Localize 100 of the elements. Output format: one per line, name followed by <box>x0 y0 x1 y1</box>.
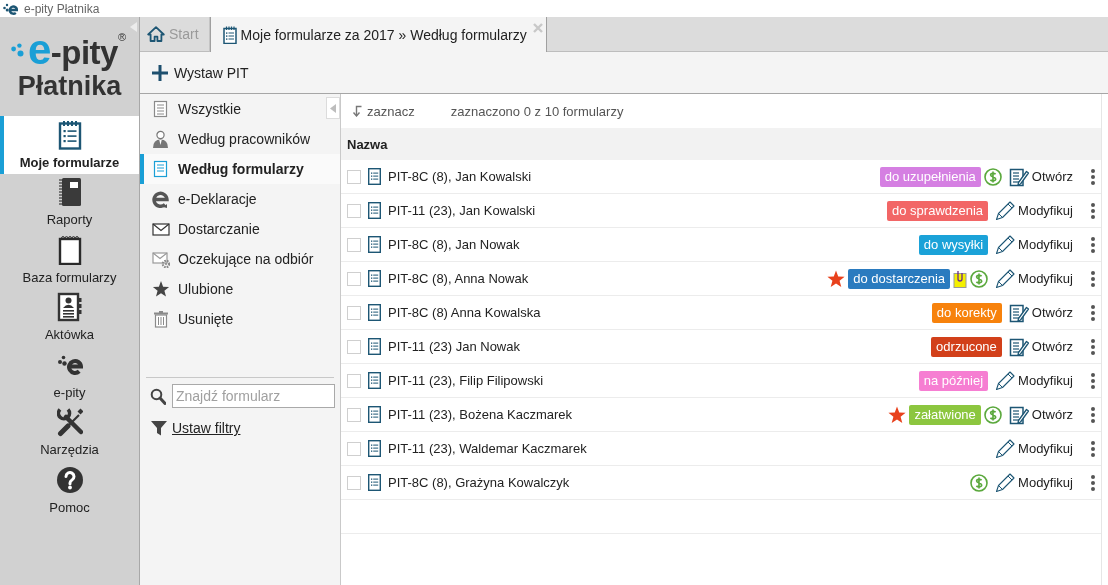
notebook-list-icon <box>222 25 237 44</box>
status-tag: do dostarczenia <box>848 268 951 289</box>
nav-item[interactable]: Moje formularze <box>0 116 139 174</box>
nav-item[interactable]: e-pity <box>0 346 139 404</box>
more-icon[interactable] <box>1090 201 1096 220</box>
row-checkbox[interactable] <box>347 475 361 490</box>
add-button[interactable]: Wystaw PIT <box>152 64 249 81</box>
more-icon[interactable] <box>1090 167 1096 186</box>
trash-icon <box>152 310 170 328</box>
document-icon <box>368 474 381 491</box>
more-icon[interactable] <box>1090 337 1096 356</box>
form-name: PIT-11 (23), Jan Kowalski <box>388 203 536 218</box>
edit-document-icon <box>1008 404 1029 425</box>
view-item[interactable]: Według formularzy <box>140 154 340 184</box>
view-item[interactable]: Oczekujące na odbiór <box>140 244 340 274</box>
row-checkbox[interactable] <box>347 169 361 184</box>
nav-item[interactable]: Baza formularzy <box>0 231 139 289</box>
document-icon <box>368 236 381 253</box>
plus-icon <box>152 64 168 81</box>
pencil-icon <box>995 472 1016 493</box>
open-button[interactable]: Otwórz <box>1008 166 1073 187</box>
person-icon <box>152 130 170 148</box>
status-tag: załatwione <box>909 404 981 425</box>
modify-button[interactable]: Modyfikuj <box>995 268 1073 289</box>
form-name: PIT-8C (8), Grażyna Kowalczyk <box>388 475 570 490</box>
form-name: PIT-8C (8) Anna Kowalska <box>388 305 541 320</box>
pencil-icon <box>995 234 1016 255</box>
modify-button[interactable]: Modyfikuj <box>995 472 1073 493</box>
row-checkbox[interactable] <box>347 441 361 456</box>
row-checkbox[interactable] <box>347 305 361 320</box>
row-checkbox[interactable] <box>347 373 361 388</box>
pencil-icon <box>995 268 1016 289</box>
modify-button[interactable]: Modyfikuj <box>995 438 1073 459</box>
modify-button[interactable]: Modyfikuj <box>995 370 1073 391</box>
app-logo-icon <box>3 2 18 15</box>
view-item[interactable]: Według pracowników <box>140 124 340 154</box>
row-checkbox[interactable] <box>347 271 361 286</box>
more-icon[interactable] <box>1090 269 1096 288</box>
caret-left-icon[interactable] <box>130 22 137 32</box>
selection-count: zaznaczono 0 z 10 formularzy <box>450 103 624 119</box>
open-button[interactable]: Otwórz <box>1008 336 1073 357</box>
document-icon <box>368 304 381 321</box>
form-name: PIT-8C (8), Anna Nowak <box>388 271 529 286</box>
column-header[interactable]: Nazwa <box>347 136 388 152</box>
open-button[interactable]: Otwórz <box>1008 404 1073 425</box>
view-item[interactable]: e-Deklaracje <box>140 184 340 214</box>
funnel-icon <box>150 420 168 436</box>
nav-item[interactable]: Narzędzia <box>0 403 139 461</box>
contact-card-icon <box>56 292 83 323</box>
modify-button[interactable]: Modyfikuj <box>995 234 1073 255</box>
pencil-icon <box>995 200 1016 221</box>
status-tag: odrzucone <box>931 336 1002 357</box>
row-checkbox[interactable] <box>347 203 361 218</box>
logo-wordmark: e-pity <box>27 30 118 73</box>
edit-document-icon <box>1008 166 1029 187</box>
notepad-icon <box>56 234 83 265</box>
status-tag: do wysyłki <box>918 234 989 255</box>
status-tag: do sprawdzenia <box>887 200 989 221</box>
nav-item[interactable]: Pomoc <box>0 461 139 519</box>
more-icon[interactable] <box>1090 371 1096 390</box>
select-button[interactable]: zaznacz <box>352 103 415 119</box>
view-item[interactable]: Wszystkie <box>140 94 324 124</box>
document-icon <box>368 338 381 355</box>
nav-item[interactable]: Aktówka <box>0 288 139 346</box>
document-icon <box>368 202 381 219</box>
document-icon <box>368 440 381 457</box>
search-icon <box>150 387 166 405</box>
tab[interactable]: Moje formularze za 2017 » Według formularzy <box>209 17 547 52</box>
edit-document-icon <box>1008 302 1029 323</box>
search-field[interactable]: Znajdź formularz <box>172 384 335 408</box>
notebook-list-icon <box>56 119 83 150</box>
form-name: PIT-11 (23), Filip Filipowski <box>388 373 544 388</box>
view-item[interactable]: Ulubione <box>140 274 340 304</box>
row-checkbox[interactable] <box>347 237 361 252</box>
notebook-icon <box>56 177 83 208</box>
more-icon[interactable] <box>1090 473 1096 492</box>
document-icon <box>152 160 170 178</box>
window-title: e-pity Płatnika <box>24 1 100 16</box>
more-icon[interactable] <box>1090 235 1096 254</box>
pencil-icon <box>995 370 1016 391</box>
pencil-icon <box>995 438 1016 459</box>
nav-item[interactable]: Raporty <box>0 173 139 231</box>
modify-button[interactable]: Modyfikuj <box>995 200 1073 221</box>
view-item[interactable]: Dostarczanie <box>140 214 340 244</box>
view-item[interactable]: Usunięte <box>140 304 340 334</box>
more-icon[interactable] <box>1090 303 1096 322</box>
close-icon[interactable] <box>532 23 543 33</box>
open-button[interactable]: Otwórz <box>1008 302 1073 323</box>
star-icon <box>152 280 170 298</box>
row-checkbox[interactable] <box>347 339 361 354</box>
collapse-button[interactable] <box>326 97 340 119</box>
form-name: PIT-11 (23) Jan Nowak <box>388 339 520 354</box>
document-icon <box>368 270 381 287</box>
more-icon[interactable] <box>1090 439 1096 458</box>
row-checkbox[interactable] <box>347 407 361 422</box>
form-name: PIT-8C (8), Jan Nowak <box>388 237 520 252</box>
more-icon[interactable] <box>1090 405 1096 424</box>
caret-left-icon <box>330 103 336 113</box>
filter-link[interactable]: Ustaw filtry <box>172 420 241 436</box>
help-icon <box>56 464 83 495</box>
